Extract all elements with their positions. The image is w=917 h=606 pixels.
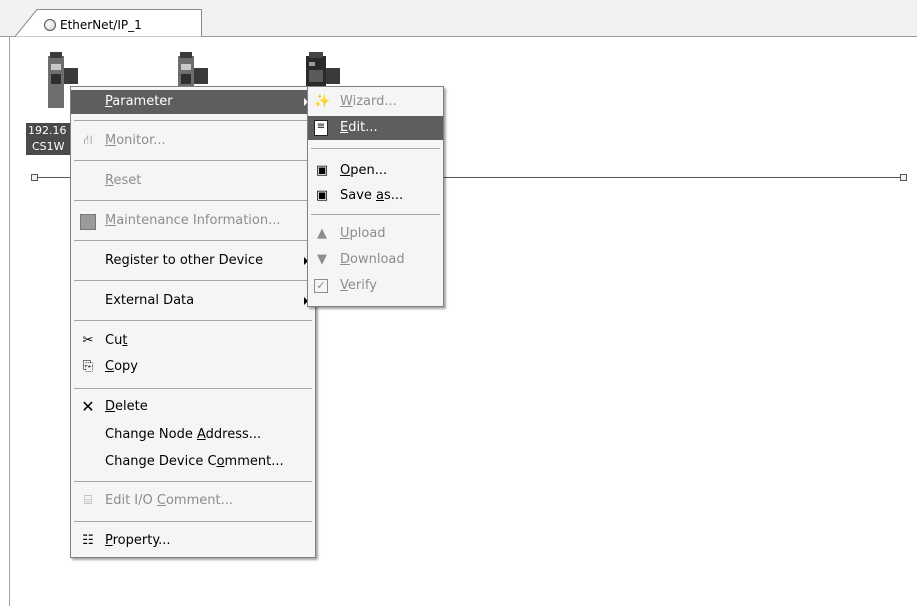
menu-separator bbox=[311, 214, 440, 215]
menu-item-maintenance-rest: aintenance Information... bbox=[116, 213, 281, 228]
upload-icon: ▲ bbox=[317, 226, 327, 241]
submenu-open-rest: pen... bbox=[350, 163, 388, 178]
submenu-upload-rest: pload bbox=[349, 226, 386, 241]
submenu-item-open[interactable]: ▣ Open... bbox=[308, 159, 443, 183]
menu-separator bbox=[74, 120, 312, 121]
menu-item-cut[interactable]: ✂ Cut bbox=[71, 329, 315, 353]
maintenance-icon bbox=[80, 214, 96, 230]
submenu-item-edit[interactable]: ≡ Edit... bbox=[308, 116, 443, 140]
bus-terminator-right bbox=[900, 174, 907, 181]
menu-item-register-to-other-device[interactable]: Register to other Device bbox=[71, 249, 315, 273]
menu-separator bbox=[311, 148, 440, 149]
device-label-model: CS1W bbox=[26, 139, 74, 155]
menu-item-copy[interactable]: ⎘ Copy bbox=[71, 355, 315, 379]
parameter-submenu: ✨ Wizard... ≡ Edit... ▣ Open... ▣ Save a… bbox=[307, 86, 444, 307]
menu-item-parameter[interactable]: Parameter bbox=[71, 90, 315, 114]
menu-item-copy-rest: opy bbox=[114, 359, 138, 374]
tab-status-icon bbox=[44, 19, 56, 31]
menu-separator bbox=[74, 388, 312, 389]
menu-item-property-rest: roperty... bbox=[112, 533, 171, 548]
device-context-menu: Parameter ⛙ Monitor... Reset Maintenance… bbox=[70, 86, 316, 558]
menu-item-external-data-label: External Data bbox=[105, 293, 195, 308]
menu-item-change-device-comment[interactable]: Change Device Comment... bbox=[71, 450, 315, 474]
menu-item-reset[interactable]: Reset bbox=[71, 169, 315, 193]
wizard-icon: ✨ bbox=[314, 94, 331, 109]
menu-item-edit-io-comment[interactable]: ⌸ Edit I/O Comment... bbox=[71, 489, 315, 513]
delete-x-icon: ✕ bbox=[81, 397, 95, 416]
menu-separator bbox=[74, 320, 312, 321]
submenu-item-download[interactable]: ▼ Download bbox=[308, 248, 443, 272]
submenu-edit-rest: dit... bbox=[348, 120, 378, 135]
menu-item-register-label: Register to other Device bbox=[105, 253, 264, 268]
menu-separator bbox=[74, 240, 312, 241]
submenu-item-wizard[interactable]: ✨ Wizard... bbox=[308, 90, 443, 114]
bus-terminator-left bbox=[31, 174, 38, 181]
download-icon: ▼ bbox=[317, 252, 327, 267]
submenu-item-save-as[interactable]: ▣ Save as... bbox=[308, 184, 443, 208]
monitor-icon: ⛙ bbox=[83, 133, 93, 148]
property-icon: ☷ bbox=[82, 533, 94, 548]
menu-separator bbox=[74, 200, 312, 201]
menu-item-external-data[interactable]: External Data bbox=[71, 289, 315, 313]
tab-ethernet-ip-1[interactable]: EtherNet/IP_1 bbox=[60, 18, 142, 32]
edit-document-icon: ≡ bbox=[314, 120, 328, 136]
menu-item-change-node-address[interactable]: Change Node Address... bbox=[71, 423, 315, 447]
menu-item-parameter-rest: arameter bbox=[112, 94, 173, 109]
menu-item-maintenance-information[interactable]: Maintenance Information... bbox=[71, 209, 315, 233]
menu-item-reset-rest: eset bbox=[113, 173, 142, 188]
copy-icon: ⎘ bbox=[82, 359, 94, 374]
open-icon: ▣ bbox=[315, 163, 329, 178]
submenu-verify-rest: erify bbox=[347, 278, 377, 293]
menu-separator bbox=[74, 481, 312, 482]
submenu-item-upload[interactable]: ▲ Upload bbox=[308, 222, 443, 246]
submenu-item-verify[interactable]: ✓ Verify bbox=[308, 274, 443, 298]
menu-separator bbox=[74, 521, 312, 522]
canvas-left-border bbox=[9, 37, 10, 606]
scissors-icon: ✂ bbox=[82, 333, 94, 348]
submenu-download-rest: ownload bbox=[350, 252, 405, 267]
menu-item-delete-rest: elete bbox=[115, 399, 148, 414]
menu-item-delete[interactable]: ✕ Delete bbox=[71, 395, 315, 419]
save-as-icon: ▣ bbox=[315, 188, 329, 203]
menu-separator bbox=[74, 280, 312, 281]
menu-item-monitor-rest: onitor... bbox=[116, 133, 166, 148]
menu-item-property[interactable]: ☷ Property... bbox=[71, 529, 315, 553]
submenu-wizard-rest: izard... bbox=[352, 94, 397, 109]
io-comment-icon: ⌸ bbox=[84, 493, 92, 508]
menu-separator bbox=[74, 160, 312, 161]
verify-check-icon: ✓ bbox=[314, 279, 328, 293]
menu-item-monitor[interactable]: ⛙ Monitor... bbox=[71, 129, 315, 153]
